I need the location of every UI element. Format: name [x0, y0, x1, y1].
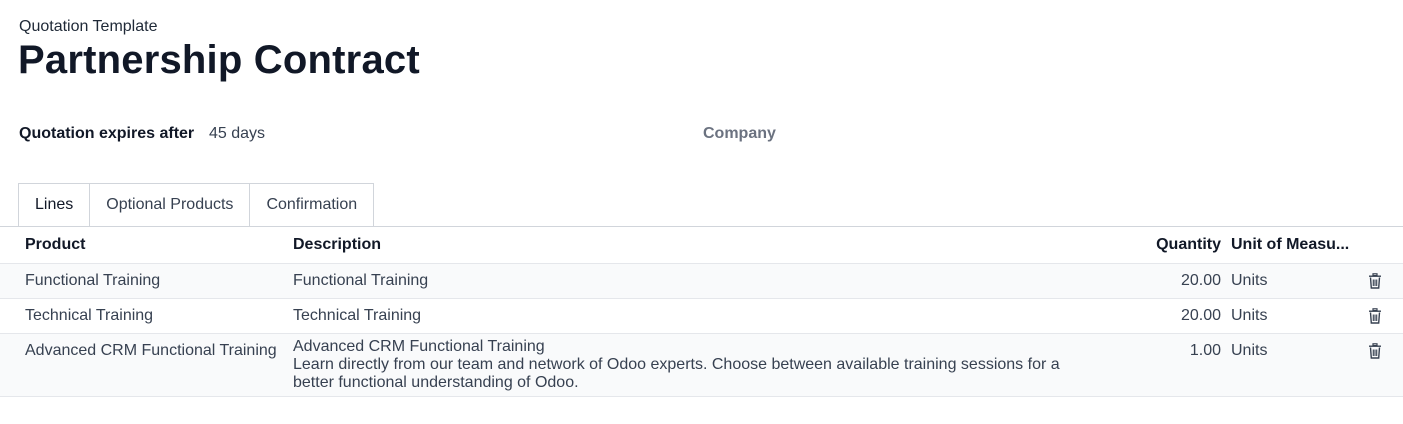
column-header-uom[interactable]: Unit of Measu...	[1223, 236, 1366, 254]
row-uom[interactable]: Units	[1223, 299, 1366, 333]
column-header-quantity[interactable]: Quantity	[1109, 236, 1223, 254]
column-header-product[interactable]: Product	[0, 236, 287, 254]
table-row[interactable]: Functional Training Functional Training …	[0, 264, 1403, 299]
delete-row-button[interactable]	[1366, 264, 1403, 298]
row-product[interactable]: Advanced CRM Functional Training	[0, 334, 287, 396]
delete-row-button[interactable]	[1366, 299, 1403, 333]
row-product[interactable]: Functional Training	[0, 264, 287, 298]
expires-label: Quotation expires after	[19, 125, 195, 142]
lines-table: Product Description Quantity Unit of Mea…	[0, 227, 1403, 397]
delete-row-button[interactable]	[1366, 334, 1403, 396]
column-header-description[interactable]: Description	[287, 236, 1109, 254]
row-uom[interactable]: Units	[1223, 334, 1366, 396]
row-description-line: better functional understanding of Odoo.	[293, 374, 579, 391]
row-description-line: Learn directly from our team and network…	[293, 356, 1060, 373]
quotation-template-form: Quotation Template Partnership Contract …	[0, 0, 1403, 424]
tab-bar: Lines Optional Products Confirmation	[18, 183, 375, 227]
tab-confirmation[interactable]: Confirmation	[250, 183, 375, 227]
trash-icon	[1369, 308, 1381, 324]
row-quantity[interactable]: 20.00	[1109, 264, 1223, 298]
row-description[interactable]: Advanced CRM Functional Training Learn d…	[287, 334, 1109, 396]
table-header: Product Description Quantity Unit of Mea…	[0, 227, 1403, 264]
page-title[interactable]: Partnership Contract	[18, 38, 420, 83]
row-quantity[interactable]: 1.00	[1109, 334, 1223, 396]
tab-lines[interactable]: Lines	[18, 183, 91, 227]
row-quantity[interactable]: 20.00	[1109, 299, 1223, 333]
page-kicker: Quotation Template	[19, 18, 158, 35]
trash-icon	[1369, 273, 1381, 289]
trash-icon	[1369, 343, 1381, 359]
row-description[interactable]: Functional Training	[287, 264, 1109, 298]
expires-field[interactable]: 45 days	[209, 125, 389, 143]
row-product[interactable]: Technical Training	[0, 299, 287, 333]
company-label: Company	[703, 125, 776, 142]
table-row[interactable]: Technical Training Technical Training 20…	[0, 299, 1403, 334]
row-description-line: Advanced CRM Functional Training	[293, 338, 545, 355]
tab-optional-products[interactable]: Optional Products	[90, 183, 251, 227]
row-description[interactable]: Technical Training	[287, 299, 1109, 333]
row-uom[interactable]: Units	[1223, 264, 1366, 298]
table-row[interactable]: Advanced CRM Functional Training Advance…	[0, 334, 1403, 397]
